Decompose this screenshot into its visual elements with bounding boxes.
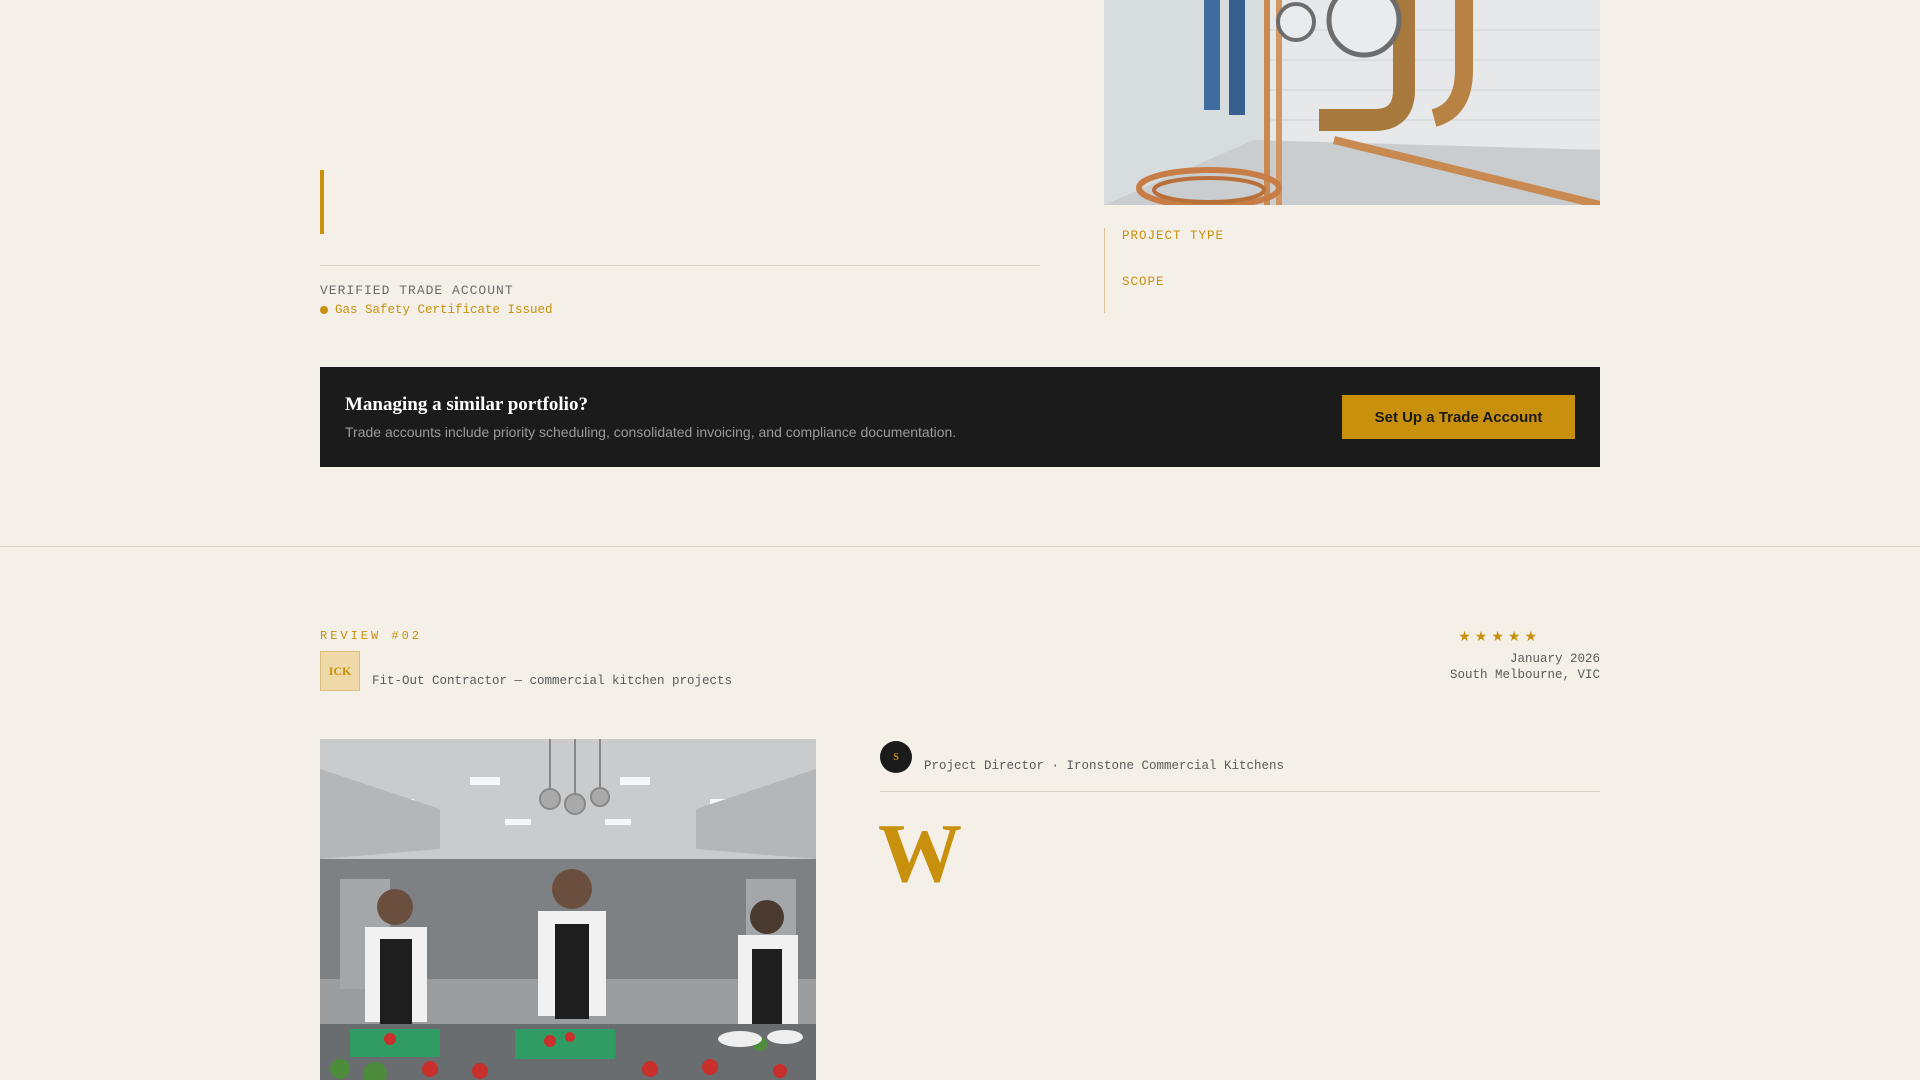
certificate-label: Gas Safety Certificate Issued: [335, 303, 553, 317]
trade-account-cta: Managing a similar portfolio? Trade acco…: [320, 367, 1600, 467]
status-dot-icon: [320, 306, 328, 314]
cta-subtitle: Trade accounts include priority scheduli…: [345, 424, 957, 440]
divider: [880, 791, 1600, 792]
star-icon: ★: [1524, 628, 1537, 644]
star-icon: ★: [1507, 628, 1521, 644]
company-description: Fit-Out Contractor — commercial kitchen …: [372, 674, 733, 688]
cta-title: Managing a similar portfolio?: [345, 394, 588, 415]
star-rating: ★ ★ ★ ★ ★: [1437, 628, 1537, 645]
star-icon: ★: [1491, 628, 1504, 644]
setup-trade-account-button[interactable]: Set Up a Trade Account: [1342, 395, 1575, 439]
scope-label: SCOPE: [1122, 275, 1165, 289]
review-location: South Melbourne, VIC: [1449, 668, 1600, 682]
company-badge: ICK: [320, 651, 360, 691]
verified-trade-label: VERIFIED TRADE ACCOUNT: [320, 283, 514, 298]
project-type-label: PROJECT TYPE: [1122, 229, 1225, 243]
divider: [320, 265, 1040, 266]
star-icon: ★: [1474, 628, 1488, 644]
reviewer-avatar: S: [880, 741, 912, 773]
plumbing-project-photo: [1104, 0, 1600, 205]
star-icon: ★: [1458, 628, 1471, 644]
review-number: REVIEW #02: [320, 629, 423, 643]
quote-accent-bar: [320, 170, 324, 234]
quote-dropcap: W: [878, 807, 962, 900]
certificate-status: Gas Safety Certificate Issued: [320, 303, 553, 317]
kitchen-project-photo: [320, 739, 816, 1080]
reviewer-info: Project Director · Ironstone Commercial …: [924, 759, 1285, 773]
review-date: January 2026: [1509, 652, 1600, 666]
section-divider: [0, 546, 1920, 547]
meta-rule: [1104, 228, 1105, 313]
